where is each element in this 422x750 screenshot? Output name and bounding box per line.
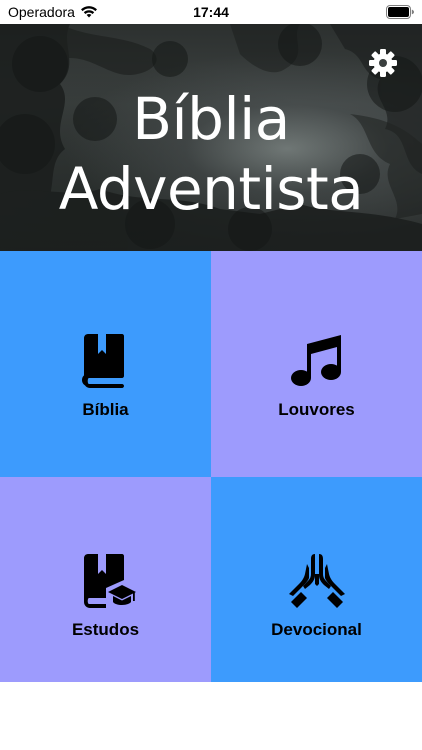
battery-icon: [386, 5, 414, 19]
menu-label-biblia: Bíblia: [82, 400, 129, 419]
menu-tile-devocional[interactable]: Devocional: [211, 477, 422, 682]
menu-label-louvores: Louvores: [278, 400, 355, 419]
praying-hands-icon: [288, 553, 345, 608]
menu-label-estudos: Estudos: [71, 619, 140, 639]
menu-tile-biblia[interactable]: Bíblia: [0, 251, 211, 477]
app-title: Bíblia Adventista: [0, 84, 422, 224]
music-note-icon: [290, 335, 341, 386]
status-time: 17:44: [193, 4, 229, 20]
app-title-line-1: Bíblia: [132, 85, 290, 153]
menu-grid: Bíblia Louvores Estudos Devocional: [0, 251, 422, 682]
header-banner: Bíblia Adventista: [0, 24, 422, 251]
menu-label-devocional: Devocional: [271, 619, 362, 639]
menu-tile-estudos[interactable]: Estudos: [0, 477, 211, 682]
status-bar: Operadora 17:44: [0, 0, 422, 24]
app-title-line-2: Adventista: [58, 155, 364, 223]
menu-tile-louvores[interactable]: Louvores: [211, 251, 422, 477]
bible-book-icon: [81, 334, 124, 388]
bible-study-graduation-icon: [83, 553, 136, 608]
gear-icon[interactable]: [368, 48, 398, 78]
